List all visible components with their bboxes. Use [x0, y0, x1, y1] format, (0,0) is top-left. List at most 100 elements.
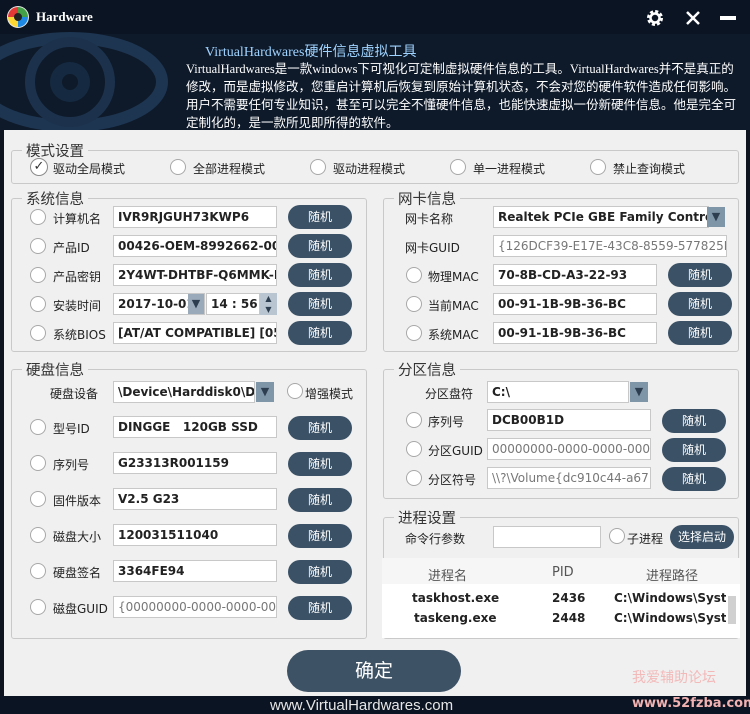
- child-process-label: 子进程: [627, 532, 664, 546]
- nic-guid-label: 网卡GUID: [405, 241, 460, 255]
- network-group-title: 网卡信息: [394, 188, 460, 209]
- partition-guid-radio[interactable]: [406, 441, 422, 457]
- col-header-pid[interactable]: PID: [552, 565, 574, 580]
- bios-radio[interactable]: [30, 325, 46, 341]
- cmdline-field[interactable]: [493, 526, 601, 548]
- nic-guid-field[interactable]: {126DCF39-E17E-43C8-8559-577825BE: [493, 235, 727, 257]
- disk-model-label: 型号ID: [53, 422, 90, 436]
- computer-name-radio[interactable]: [30, 209, 46, 225]
- table-scrollbar[interactable]: [728, 596, 736, 624]
- cur-mac-field[interactable]: 00-91-1B-9B-36-BC: [493, 293, 657, 315]
- partition-serial-field[interactable]: DCB00B1D: [487, 409, 651, 431]
- mode-option-3-label: 单一进程模式: [473, 162, 546, 176]
- partition-drive-dropdown-icon[interactable]: ▼: [630, 382, 648, 402]
- banner-description: VirtualHardwares是一款windows下可视化可定制虚拟硬件信息的…: [186, 62, 737, 130]
- partition-guid-random-button[interactable]: 随机: [662, 438, 726, 462]
- disk-serial-radio[interactable]: [30, 455, 46, 471]
- disk-group-title: 硬盘信息: [22, 359, 88, 380]
- disk-model-field[interactable]: DINGGE 120GB SSD: [113, 416, 277, 438]
- partition-serial-label: 序列号: [428, 415, 465, 429]
- row-1-pid: 2448: [552, 611, 586, 625]
- disk-signature-field[interactable]: 3364FE94: [113, 560, 277, 582]
- disk-signature-label: 硬盘签名: [53, 566, 102, 580]
- install-date-dropdown-icon[interactable]: ▼: [188, 294, 204, 314]
- close-icon[interactable]: [684, 9, 702, 27]
- install-time-radio[interactable]: [30, 296, 46, 312]
- product-key-field[interactable]: 2Y4WT-DHTBF-Q6MMK-K: [113, 264, 277, 286]
- gear-icon[interactable]: [645, 8, 665, 28]
- cur-mac-random-button[interactable]: 随机: [668, 292, 732, 316]
- nic-name-dropdown-icon[interactable]: ▼: [707, 207, 725, 227]
- install-time-random-button[interactable]: 随机: [288, 292, 352, 316]
- mode-option-4-radio[interactable]: [590, 159, 606, 175]
- product-id-label: 产品ID: [53, 241, 90, 255]
- enhanced-mode-label: 增强模式: [305, 387, 354, 401]
- partition-drive-select[interactable]: C:\: [487, 381, 629, 403]
- bios-random-button[interactable]: 随机: [288, 321, 352, 345]
- phys-mac-radio[interactable]: [406, 267, 422, 283]
- cur-mac-label: 当前MAC: [428, 299, 479, 313]
- sys-mac-radio[interactable]: [406, 325, 422, 341]
- disk-serial-field[interactable]: G23313R001159: [113, 452, 277, 474]
- disk-model-random-button[interactable]: 随机: [288, 416, 352, 440]
- disk-size-radio[interactable]: [30, 527, 46, 543]
- cur-mac-radio[interactable]: [406, 296, 422, 312]
- partition-symbol-field[interactable]: \\?\Volume{dc910c44-a67: [487, 467, 651, 489]
- product-key-radio[interactable]: [30, 267, 46, 283]
- firmware-field[interactable]: V2.5 G23: [113, 488, 277, 510]
- disk-signature-random-button[interactable]: 随机: [288, 560, 352, 584]
- disk-device-select[interactable]: \Device\Harddisk0\DI: [113, 381, 255, 403]
- disk-serial-label: 序列号: [53, 458, 90, 472]
- computer-name-random-button[interactable]: 随机: [288, 205, 352, 229]
- product-id-random-button[interactable]: 随机: [288, 234, 352, 258]
- partition-serial-random-button[interactable]: 随机: [662, 409, 726, 433]
- disk-guid-radio[interactable]: [30, 599, 46, 615]
- disk-size-field[interactable]: 120031511040: [113, 524, 277, 546]
- nic-name-select[interactable]: Realtek PCIe GBE Family Controll: [493, 206, 709, 228]
- disk-guid-random-button[interactable]: 随机: [288, 596, 352, 620]
- partition-symbol-radio[interactable]: [406, 470, 422, 486]
- product-id-field[interactable]: 00426-OEM-8992662-0017: [113, 235, 277, 257]
- footer-url[interactable]: www.VirtualHardwares.com: [270, 697, 453, 714]
- disk-size-random-button[interactable]: 随机: [288, 524, 352, 548]
- title-bar: [0, 0, 750, 34]
- watermark-url: www.52fzba.com: [632, 696, 750, 711]
- phys-mac-random-button[interactable]: 随机: [668, 263, 732, 287]
- install-time-spinner-icon[interactable]: ▲ ▼: [260, 293, 277, 315]
- window-title: Hardware: [36, 9, 93, 24]
- mode-option-0-radio[interactable]: ✓: [30, 158, 48, 176]
- select-launch-button[interactable]: 选择启动: [670, 525, 734, 549]
- row-0-pid: 2436: [552, 591, 586, 605]
- enhanced-mode-radio[interactable]: [287, 383, 303, 399]
- cmdline-label: 命令行参数: [405, 532, 466, 546]
- partition-serial-radio[interactable]: [406, 412, 422, 428]
- firmware-random-button[interactable]: 随机: [288, 488, 352, 512]
- product-id-radio[interactable]: [30, 238, 46, 254]
- disk-serial-random-button[interactable]: 随机: [288, 452, 352, 476]
- install-time-field[interactable]: 14 : 56: [206, 293, 260, 315]
- phys-mac-field[interactable]: 70-8B-CD-A3-22-93: [493, 264, 657, 286]
- partition-group-title: 分区信息: [394, 359, 460, 380]
- computer-name-field[interactable]: IVR9RJGUH73KWP6: [113, 206, 277, 228]
- row-1-path: C:\Windows\Syster: [614, 611, 726, 625]
- partition-symbol-random-button[interactable]: 随机: [662, 467, 726, 491]
- disk-model-radio[interactable]: [30, 419, 46, 435]
- mode-option-4-label: 禁止查询模式: [613, 162, 686, 176]
- child-process-radio[interactable]: [609, 528, 625, 544]
- col-header-name[interactable]: 进程名: [428, 565, 467, 584]
- disk-signature-radio[interactable]: [30, 563, 46, 579]
- mode-option-1-radio[interactable]: [170, 159, 186, 175]
- disk-device-dropdown-icon[interactable]: ▼: [256, 382, 274, 402]
- product-key-random-button[interactable]: 随机: [288, 263, 352, 287]
- minimize-icon[interactable]: [720, 16, 736, 20]
- partition-guid-field[interactable]: 00000000-0000-0000-0000-: [487, 438, 651, 460]
- confirm-button[interactable]: 确定: [287, 650, 461, 692]
- firmware-radio[interactable]: [30, 491, 46, 507]
- col-header-path[interactable]: 进程路径: [646, 565, 698, 584]
- sys-mac-random-button[interactable]: 随机: [668, 321, 732, 345]
- bios-field[interactable]: [AT/AT COMPATIBLE] [05: [113, 322, 277, 344]
- mode-option-3-radio[interactable]: [450, 159, 466, 175]
- disk-guid-field[interactable]: {00000000-0000-0000-0000: [113, 596, 277, 618]
- sys-mac-field[interactable]: 00-91-1B-9B-36-BC: [493, 322, 657, 344]
- mode-option-2-radio[interactable]: [310, 159, 326, 175]
